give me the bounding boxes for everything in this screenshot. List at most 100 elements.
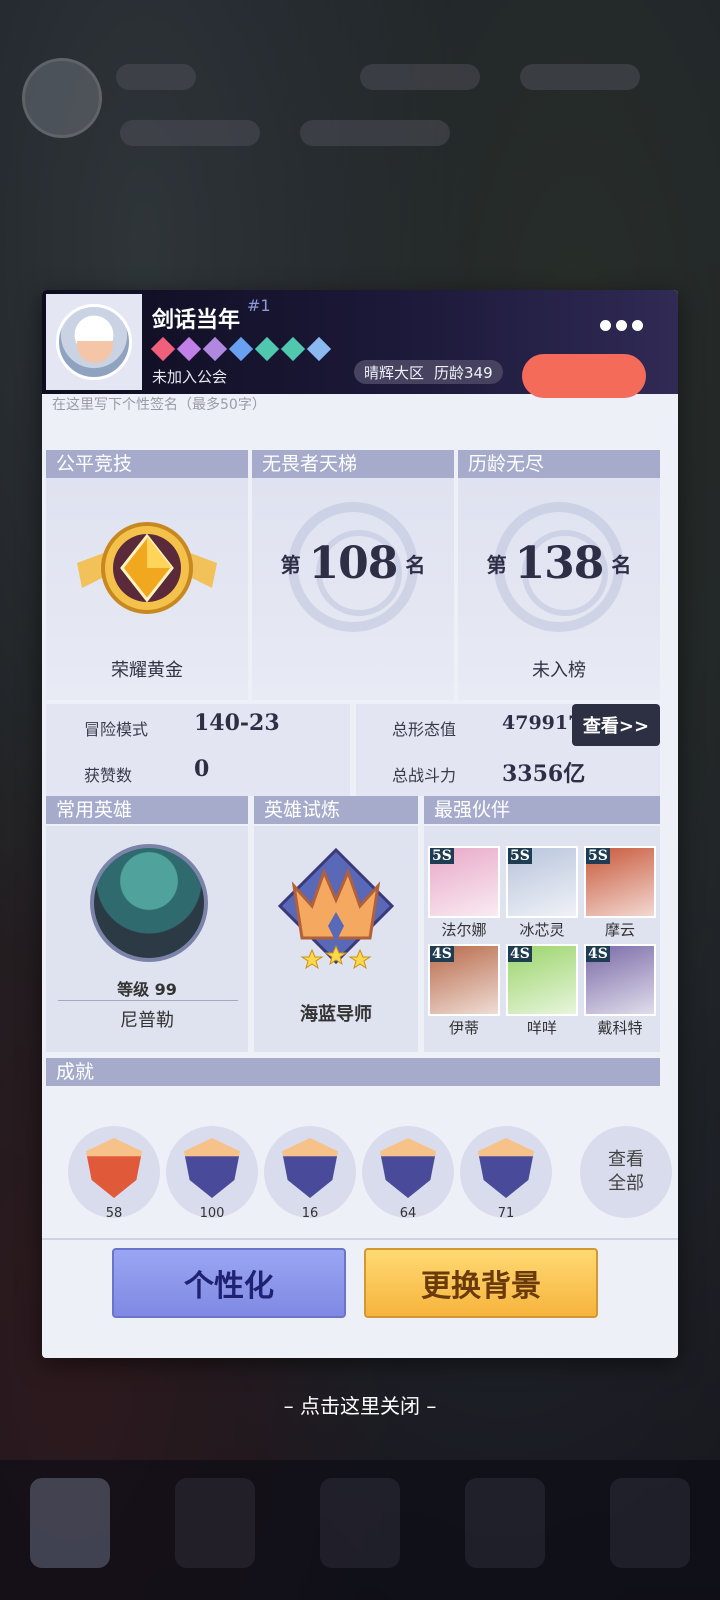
form-value: 479917 [502, 712, 582, 734]
hud-name-pill [116, 64, 196, 90]
achievement-badge[interactable]: 64 [362, 1126, 454, 1221]
partner-4[interactable]: 4S 伊蒂 [428, 944, 500, 1038]
gem-icon [150, 336, 176, 362]
partner-star-tag: 4S [430, 946, 454, 962]
player-avatar[interactable] [46, 294, 142, 390]
nav-tab [175, 1478, 255, 1568]
partner-2[interactable]: 5S 冰芯灵 [506, 846, 578, 940]
partner-star-tag: 4S [508, 946, 532, 962]
hud-avatar [22, 58, 102, 138]
close-hint[interactable]: – 点击这里关闭 – [0, 1390, 720, 1419]
gem-icon [306, 336, 332, 362]
achievement-badge-icon [478, 1138, 534, 1198]
hud-status-pill [120, 120, 260, 146]
fair-arena-card[interactable]: 荣耀黄金 [46, 478, 248, 700]
customize-button[interactable]: 个性化 [112, 1248, 346, 1318]
gem-icon [228, 336, 254, 362]
hud-status-pill [300, 120, 450, 146]
ladder-rank-number: 108 [308, 538, 399, 589]
gem-icon [254, 336, 280, 362]
partner-1[interactable]: 5S 法尔娜 [428, 846, 500, 940]
partner-name: 伊蒂 [448, 1019, 479, 1037]
achievement-count: 64 [399, 1206, 417, 1221]
nav-tab [610, 1478, 690, 1568]
achievement-badge-icon [184, 1138, 240, 1198]
trial-name: 海蓝导师 [300, 1004, 372, 1025]
achievement-badge-icon [380, 1138, 436, 1198]
section-endless: 历龄无尽 [458, 450, 660, 478]
player-rank: #1 [247, 296, 271, 315]
partner-portrait: 4S [506, 944, 578, 1016]
view-all-achievements-button[interactable]: 查看 全部 [580, 1126, 672, 1218]
partner-portrait: 5S [584, 846, 656, 918]
power-label: 总战斗力 [392, 766, 457, 785]
achievements-row: 58 100 16 64 71 查看 全部 [68, 1126, 672, 1236]
form-label: 总形态值 [392, 720, 457, 739]
partners-card: 5S 法尔娜 5S 冰芯灵 5S 摩云 4S 伊蒂 4S 咩咩 4S 戴科特 [424, 826, 660, 1052]
divider [58, 1000, 238, 1001]
region-pill: 晴辉大区 历龄349 [354, 360, 503, 384]
gem-icon [176, 336, 202, 362]
achievement-badge[interactable]: 100 [166, 1126, 258, 1221]
achievement-count: 16 [301, 1206, 319, 1221]
achievement-badge[interactable]: 16 [264, 1126, 356, 1221]
top-hud [0, 0, 720, 150]
likes-label: 获赞数 [84, 766, 133, 785]
partner-portrait: 4S [428, 944, 500, 1016]
achievement-count: 58 [105, 1206, 123, 1221]
partner-name: 摩云 [604, 921, 635, 939]
bottom-nav [0, 1460, 720, 1600]
gem-row [150, 336, 332, 362]
gem-icon [280, 336, 306, 362]
profile-header: 剑话当年 #1 未加入公会 晴辉大区 历龄349 [42, 290, 678, 398]
partner-star-tag: 4S [586, 946, 610, 962]
nav-home-tab [30, 1478, 110, 1568]
guild-status: 未加入公会 [152, 368, 228, 386]
hero-portrait [90, 844, 208, 962]
achievement-count: 71 [497, 1206, 515, 1221]
history-age: 历龄349 [434, 363, 493, 382]
partner-portrait: 4S [584, 944, 656, 1016]
section-hero-trial: 英雄试炼 [254, 796, 418, 824]
fearless-ladder-card[interactable]: 第 108 名 [252, 478, 454, 700]
endless-status: 未入榜 [532, 660, 586, 681]
power-value: 3356亿 [502, 761, 586, 787]
section-strongest-partners: 最强伙伴 [424, 796, 660, 824]
stats-left-card: 冒险模式 140-23 获赞数 0 [46, 704, 350, 796]
partner-star-tag: 5S [430, 848, 454, 864]
section-fair-arena: 公平竞技 [46, 450, 248, 478]
signature-input[interactable]: 在这里写下个性签名（最多50字） [52, 394, 266, 414]
partner-6[interactable]: 4S 戴科特 [584, 944, 656, 1038]
endless-card[interactable]: 第 138 名 未入榜 [458, 478, 660, 700]
partner-name: 戴科特 [597, 1019, 643, 1037]
nav-tab [465, 1478, 545, 1568]
endless-rank-number: 138 [514, 538, 605, 589]
partner-star-tag: 5S [508, 848, 532, 864]
partner-portrait: 5S [506, 846, 578, 918]
partner-star-tag: 5S [586, 848, 610, 864]
partner-name: 咩咩 [526, 1019, 557, 1037]
divider [42, 1238, 678, 1240]
profile-modal: 剑话当年 #1 未加入公会 晴辉大区 历龄349 在这里写下个性签名（最多50字… [42, 290, 678, 1358]
achievement-badge[interactable]: 71 [460, 1126, 552, 1221]
ladder-rank: 第 108 名 [280, 538, 426, 589]
more-options-button[interactable] [600, 316, 644, 334]
avatar-portrait [56, 304, 132, 380]
fair-arena-tier: 荣耀黄金 [111, 660, 183, 681]
view-form-button[interactable]: 查看>> [572, 704, 660, 746]
partner-name: 法尔娜 [441, 921, 487, 939]
change-background-button[interactable]: 更换背景 [364, 1248, 598, 1318]
hud-currency-pill [520, 64, 640, 90]
endless-rank: 第 138 名 [486, 538, 632, 589]
nav-tab [320, 1478, 400, 1568]
hero-level: 等级 99 [117, 980, 177, 999]
common-hero-card[interactable]: 等级 99 尼普勒 [46, 826, 248, 1052]
achievement-badge[interactable]: 58 [68, 1126, 160, 1221]
hero-name: 尼普勒 [120, 1010, 174, 1031]
partner-5[interactable]: 4S 咩咩 [506, 944, 578, 1038]
trial-crown-icon [277, 847, 395, 970]
hero-trial-card[interactable]: 海蓝导师 [254, 826, 418, 1052]
adventure-value: 140-23 [194, 710, 280, 736]
gem-icon [202, 336, 228, 362]
partner-3[interactable]: 5S 摩云 [584, 846, 656, 940]
